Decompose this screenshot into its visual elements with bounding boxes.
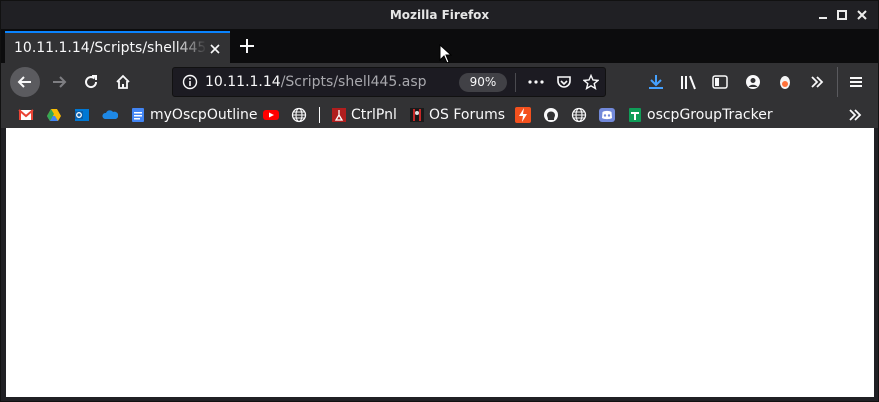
nav-toolbar: 10.11.1.14/Scripts/shell445.asp 90% bbox=[1, 63, 878, 101]
bookmark-globe[interactable] bbox=[291, 105, 311, 125]
back-button[interactable] bbox=[10, 67, 40, 97]
url-host: 10.11.1.14 bbox=[205, 74, 281, 90]
download-icon[interactable] bbox=[648, 74, 664, 94]
page-content[interactable] bbox=[6, 128, 874, 397]
bookmark-onedrive[interactable] bbox=[102, 105, 122, 125]
url-separator bbox=[515, 73, 516, 92]
tab-close-icon[interactable] bbox=[208, 41, 222, 55]
close-window-icon[interactable] bbox=[852, 5, 872, 25]
home-button[interactable] bbox=[108, 67, 138, 97]
bolt-icon bbox=[515, 107, 531, 123]
bookmark-gmail[interactable] bbox=[18, 105, 38, 125]
info-icon[interactable] bbox=[182, 74, 198, 94]
globe-icon bbox=[571, 107, 587, 123]
page-actions-icon[interactable] bbox=[527, 74, 545, 94]
onedrive-icon bbox=[102, 107, 119, 123]
google-drive-icon bbox=[46, 107, 62, 123]
hamburger-menu-icon[interactable] bbox=[848, 74, 864, 94]
discord-icon bbox=[599, 107, 615, 123]
bookmark-ctrlpnl[interactable]: CtrlPnl bbox=[331, 105, 397, 125]
tab-active[interactable]: 10.11.1.14/Scripts/shell445.asp bbox=[5, 31, 230, 63]
bookmark-google-drive[interactable] bbox=[46, 105, 66, 125]
toolbar-separator bbox=[837, 67, 838, 97]
bookmark-myoscpoutline[interactable]: myOscpOutline bbox=[130, 105, 257, 125]
bookmark-label: myOscpOutline bbox=[150, 107, 258, 123]
sidebar-icon[interactable] bbox=[712, 74, 728, 94]
title-bar: Mozilla Firefox bbox=[1, 1, 878, 29]
bookmark-discord[interactable] bbox=[599, 105, 619, 125]
github-icon bbox=[543, 107, 559, 123]
ctrlpnl-icon bbox=[331, 107, 347, 123]
zoom-indicator[interactable]: 90% bbox=[459, 73, 507, 92]
reload-button[interactable] bbox=[76, 67, 106, 97]
address-bar[interactable]: 10.11.1.14/Scripts/shell445.asp 90% bbox=[172, 67, 606, 97]
new-tab-icon[interactable] bbox=[237, 36, 257, 56]
url-text[interactable]: 10.11.1.14/Scripts/shell445.asp bbox=[205, 74, 427, 90]
bookmark-github[interactable] bbox=[543, 105, 563, 125]
globe-icon bbox=[291, 107, 307, 123]
bookmark-os-forums[interactable]: OS Forums bbox=[409, 105, 505, 125]
google-docs-icon bbox=[130, 107, 146, 123]
gmail-icon bbox=[18, 107, 34, 123]
bookmark-outlook[interactable] bbox=[74, 105, 94, 125]
browser-window: Mozilla Firefox 10.11.1.14/Scripts/shell… bbox=[0, 0, 879, 402]
bookmark-label: OS Forums bbox=[429, 107, 506, 123]
overflow-chevron-icon[interactable] bbox=[809, 74, 825, 94]
library-icon[interactable] bbox=[680, 74, 698, 94]
bookmark-globe-2[interactable] bbox=[571, 105, 591, 125]
bookmark-separator bbox=[319, 107, 320, 123]
bookmark-youtube[interactable] bbox=[263, 105, 283, 125]
bookmark-label: CtrlPnl bbox=[351, 107, 397, 123]
youtube-icon bbox=[263, 107, 279, 123]
bookmark-bolt[interactable] bbox=[515, 105, 535, 125]
bookmark-oscpgrouptracker[interactable]: oscpGroupTracker bbox=[627, 105, 773, 125]
extension-icon[interactable] bbox=[777, 74, 793, 94]
outlook-icon bbox=[74, 107, 90, 123]
tab-title-fade bbox=[175, 33, 207, 61]
minimize-icon[interactable] bbox=[813, 5, 833, 25]
bookmark-label: oscpGroupTracker bbox=[647, 107, 773, 123]
maximize-icon[interactable] bbox=[832, 5, 852, 25]
bookmarks-overflow-icon[interactable] bbox=[847, 105, 863, 125]
google-sheets-icon bbox=[627, 107, 643, 123]
window-title: Mozilla Firefox bbox=[389, 8, 490, 22]
url-path: /Scripts/shell445.asp bbox=[280, 74, 427, 90]
pocket-icon[interactable] bbox=[556, 74, 572, 94]
account-icon[interactable] bbox=[745, 74, 761, 94]
mouse-cursor-icon bbox=[439, 43, 453, 64]
forward-button[interactable] bbox=[44, 67, 74, 97]
bookmarks-toolbar: myOscpOutline CtrlPnl OS Forums oscpGrou… bbox=[1, 101, 878, 128]
offsec-icon bbox=[409, 107, 425, 123]
bookmark-star-icon[interactable] bbox=[582, 73, 600, 94]
